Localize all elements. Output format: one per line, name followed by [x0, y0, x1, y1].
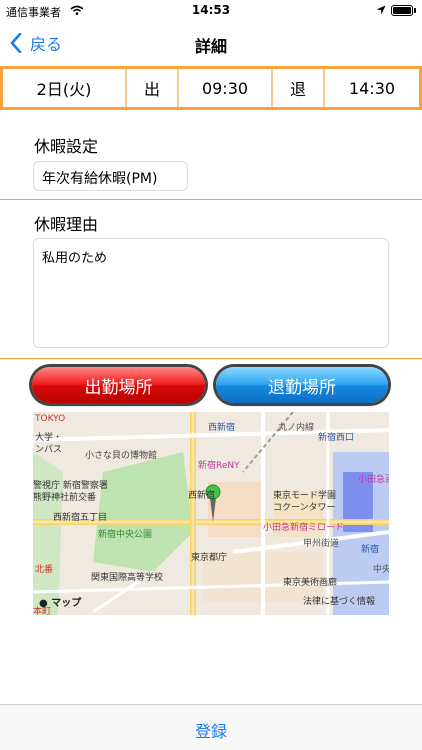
bottom-toolbar: 登録	[0, 704, 422, 750]
location-arrow-icon	[376, 5, 386, 15]
status-time: 14:53	[191, 3, 231, 17]
apple-logo-icon: ●	[39, 598, 48, 609]
map-label: コクーンタワー	[273, 503, 336, 513]
map-label: 甲州街道	[303, 539, 340, 549]
map-label: 西新宿	[188, 491, 216, 501]
status-bar: 通信事業者 14:53	[0, 0, 422, 22]
map-label: 中央	[373, 565, 389, 575]
divider	[0, 358, 422, 359]
map-label: 東京都庁	[191, 553, 228, 563]
register-button[interactable]: 登録	[0, 718, 422, 742]
date-cell[interactable]: 2日(火)	[3, 69, 127, 107]
map-legal-link[interactable]: 法律に基づく情報	[303, 594, 375, 607]
clock-in-label: 出	[127, 69, 179, 107]
clock-out-time[interactable]: 14:30	[325, 69, 419, 107]
leave-reason-field[interactable]: 私用のため	[33, 238, 389, 348]
map-label: 丸ノ内線	[278, 423, 315, 433]
time-row: 2日(火) 出 09:30 退 14:30	[0, 66, 422, 110]
map-label: 熊野神社前交番	[33, 493, 97, 503]
map-label: 西新宿五丁目	[53, 513, 108, 523]
map-label: 小田急百	[358, 475, 389, 485]
page-title: 詳細	[194, 37, 227, 56]
map-label: ンパス	[35, 445, 63, 455]
maps-brand-label: マップ	[51, 598, 82, 609]
map-label: 東京美術画廊	[283, 578, 338, 588]
clock-out-label: 退	[273, 69, 325, 107]
map-label: 新宿西口	[318, 433, 355, 443]
map-label: 北番	[35, 565, 54, 575]
map-label: 小さな貝の博物館	[85, 451, 158, 461]
leave-reason-label: 休暇理由	[34, 215, 99, 234]
map-label: 関東国際高等学校	[91, 573, 164, 583]
map-view[interactable]: TOKYO 大学・ ンパス 小さな貝の博物館 西新宿 丸ノ内線 新宿西口 新宿R…	[33, 412, 389, 615]
map-label: 新宿中央公園	[98, 530, 153, 540]
maps-brand: ● マップ	[39, 594, 81, 609]
map-label: 小田急新宿ミロード	[263, 523, 345, 533]
divider	[0, 199, 422, 200]
navigation-bar: 戻る 詳細	[0, 22, 422, 64]
map-label: 西新宿	[208, 423, 236, 433]
clock-in-time[interactable]: 09:30	[179, 69, 273, 107]
clock-in-location-button[interactable]: 出勤場所	[32, 367, 205, 403]
map-label: TOKYO	[35, 414, 66, 424]
map-label: 新宿	[361, 545, 380, 555]
leave-setting-label: 休暇設定	[34, 137, 99, 156]
map-label: 新宿ReNY	[198, 461, 240, 471]
battery-icon	[391, 5, 413, 16]
leave-setting-field[interactable]: 年次有給休暇(PM)	[33, 161, 188, 191]
battery-tip	[414, 8, 416, 13]
clock-out-location-button[interactable]: 退勤場所	[216, 367, 388, 403]
